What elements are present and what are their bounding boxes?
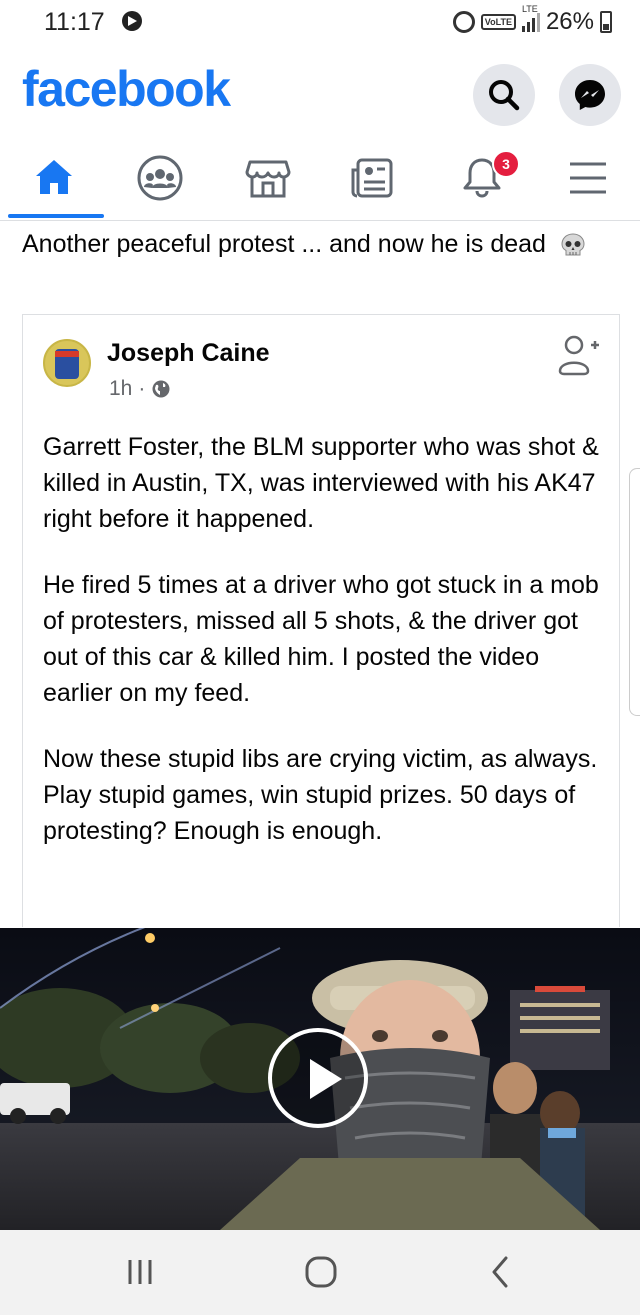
post-time[interactable]: 1h [109, 377, 132, 401]
tab-news[interactable] [322, 140, 422, 218]
scroll-indicator[interactable] [629, 468, 640, 716]
shared-post-card[interactable]: Joseph Caine 1h · Garrett Foster, the BL… [22, 314, 620, 927]
status-bar: 11:17 VoLTE LTE 26% [0, 0, 640, 44]
signal-icon [521, 12, 540, 32]
post-paragraph: Now these stupid libs are crying victim,… [43, 745, 598, 845]
news-icon [351, 158, 393, 198]
home-button[interactable] [290, 1250, 350, 1294]
messenger-button[interactable] [559, 64, 621, 126]
messenger-icon [575, 80, 605, 110]
video-player[interactable] [0, 928, 640, 1230]
avatar-band [55, 351, 79, 357]
post-paragraph: He fired 5 times at a driver who got stu… [43, 571, 599, 707]
post-caption: Another peaceful protest ... and now he … [22, 226, 612, 263]
home-circle-icon [305, 1256, 337, 1288]
signal-group: LTE [521, 4, 540, 32]
recent-apps-icon [128, 1260, 152, 1284]
battery-percent: 26% [545, 8, 594, 35]
alarm-icon [452, 11, 475, 33]
tab-notifications[interactable]: 3 [432, 140, 532, 218]
author-name[interactable]: Joseph Caine [107, 339, 270, 368]
tab-groups[interactable] [110, 140, 210, 218]
tab-marketplace[interactable] [218, 140, 318, 218]
post-meta: 1h · [109, 377, 171, 401]
status-icons: VoLTE LTE 26% [452, 4, 612, 36]
menu-icon [570, 162, 606, 194]
android-nav-bar [0, 1230, 640, 1315]
home-icon [36, 160, 72, 194]
recent-apps-button[interactable] [110, 1250, 170, 1294]
status-time: 11:17 [44, 8, 105, 36]
facebook-logo[interactable]: facebook [22, 60, 231, 118]
volte-icon: VoLTE [480, 14, 516, 30]
groups-icon [137, 155, 183, 201]
notification-badge: 3 [492, 150, 520, 178]
marketplace-icon [245, 160, 291, 198]
battery-icon [600, 11, 612, 33]
tab-home[interactable] [4, 140, 104, 218]
nav-tabs: 3 [0, 140, 640, 221]
lte-label: LTE [521, 4, 538, 14]
author-avatar[interactable] [43, 339, 91, 387]
play-button[interactable] [268, 1028, 368, 1128]
media-notification-icon [122, 11, 142, 31]
add-friend-icon[interactable] [557, 333, 601, 377]
search-icon [489, 80, 520, 111]
shared-post-body: Garrett Foster, the BLM supporter who wa… [43, 429, 603, 879]
skull-icon [561, 233, 585, 256]
back-button[interactable] [470, 1250, 530, 1294]
post-caption-text: Another peaceful protest ... and now he … [22, 230, 546, 258]
meta-separator: · [138, 377, 146, 400]
back-icon [492, 1256, 508, 1288]
post-paragraph: Garrett Foster, the BLM supporter who wa… [43, 433, 599, 533]
search-button[interactable] [473, 64, 535, 126]
tab-menu[interactable] [538, 140, 638, 218]
globe-icon [152, 380, 170, 398]
app-header: facebook [0, 50, 640, 130]
